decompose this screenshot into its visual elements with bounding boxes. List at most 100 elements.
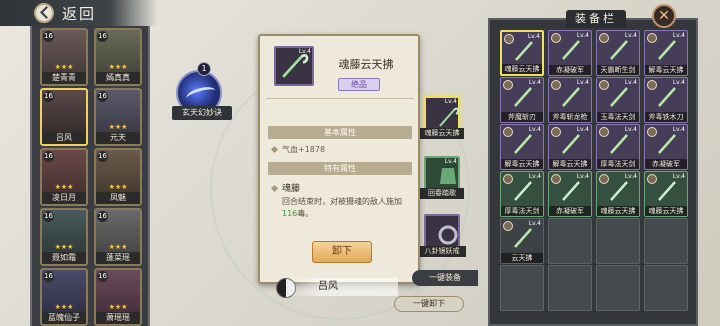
item-name: 云天拂 — [501, 253, 543, 263]
weapon-icon — [610, 40, 628, 60]
current-hero-name: 吕风 — [288, 278, 398, 296]
item-level: Lv.4 — [528, 173, 541, 180]
inventory-empty-slot[interactable] — [548, 218, 592, 264]
weapon-icon — [514, 228, 532, 248]
level-badge: 16 — [97, 211, 108, 222]
inventory-empty-slot[interactable] — [548, 265, 592, 311]
inventory-empty-slot[interactable] — [644, 265, 688, 311]
special-attr-name: 魂藤 — [282, 184, 301, 194]
whisk-icon — [439, 107, 460, 127]
item-level: Lv.4 — [298, 48, 311, 55]
item-level: Lv.4 — [624, 32, 637, 39]
item-name: 斧魔斩刃 — [501, 112, 543, 122]
inventory-item[interactable]: Lv.4 赤凝破军 — [548, 171, 592, 217]
unequip-button[interactable]: 卸下 — [312, 241, 372, 263]
item-level: Lv.4 — [576, 79, 589, 86]
item-name: 赤凝破军 — [549, 206, 591, 216]
roster-card[interactable]: 16 ★★★ 嫣真真 — [94, 28, 142, 86]
inventory-item[interactable]: Lv.4 解毒云天拂 — [500, 124, 544, 170]
item-level: Lv.4 — [672, 126, 685, 133]
roster-card[interactable]: 16 ★★★ 楚青青 — [40, 28, 88, 86]
hero-name: 聂如霜 — [42, 252, 86, 264]
inventory-item[interactable]: Lv.4 斧魔斩刃 — [500, 77, 544, 123]
inventory-item[interactable]: Lv.4 云天拂 — [500, 218, 544, 264]
diamond-icon — [270, 184, 279, 193]
weapon-icon — [610, 181, 628, 201]
level-badge: 16 — [43, 31, 54, 42]
item-name: 解毒云天拂 — [549, 159, 591, 169]
hero-name: 元天 — [96, 132, 140, 144]
star-rating: ★★★ — [54, 63, 74, 71]
item-detail-popup: Lv.4 魂藤云天拂 绝品 基本属性 气血+1878 特有属性 魂藤 回合结束时… — [258, 34, 420, 284]
level-badge: 16 — [97, 91, 108, 102]
basic-attr-header: 基本属性 — [268, 126, 412, 139]
hero-name: 蓝魄仙子 — [42, 312, 86, 324]
special-attr-desc: 回合结束时，对被摄魂的敌人施加 116毒。 — [282, 196, 412, 220]
special-desc-text: 回合结束时，对被摄魂的敌人施加 — [282, 197, 402, 206]
star-rating: ★★★ — [108, 123, 128, 131]
item-level: Lv.4 — [576, 173, 589, 180]
roster-card[interactable]: 16 ★★★ 凤魅 — [94, 148, 142, 206]
inventory-item[interactable]: Lv.4 斧毒铁木刀 — [644, 77, 688, 123]
special-desc-tail: 毒。 — [297, 209, 314, 218]
inventory-title: 装备栏 — [566, 10, 626, 28]
one-key-equip-button[interactable]: 一键装备 — [412, 270, 478, 286]
hero-roster[interactable]: 16 ★★★ 楚青青 16 ★★★ 嫣真真 16 吕风 16 ★★★ 元天 16… — [30, 26, 150, 326]
back-arrow-icon[interactable] — [34, 3, 54, 23]
inventory-empty-slot[interactable] — [644, 218, 688, 264]
roster-card[interactable]: 16 ★★★ 蓬菜瑶 — [94, 208, 142, 266]
hero-name: 萧瑶瑶 — [96, 312, 140, 324]
item-level: Lv.4 — [624, 173, 637, 180]
weapon-icon — [610, 134, 628, 154]
roster-card[interactable]: 16 ★★★ 元天 — [94, 88, 142, 146]
inventory-item[interactable]: Lv.4 解毒云天拂 — [548, 124, 592, 170]
item-icon: Lv.4 — [274, 46, 314, 86]
equipped-weapon-slot[interactable]: Lv.4 — [424, 96, 460, 132]
inventory-item[interactable]: Lv.4 玉毒法天剑 — [596, 77, 640, 123]
item-name: 魂藤云天拂 — [645, 206, 687, 216]
one-key-unequip-button[interactable]: 一键卸下 — [394, 296, 464, 312]
special-desc-number: 116 — [282, 209, 298, 218]
inventory-item[interactable]: Lv.4 厚毒法天剑 — [500, 171, 544, 217]
inventory-item[interactable]: Lv.4 天霸断生剑 — [596, 30, 640, 76]
roster-card[interactable]: 16 ★★★ 凌日月 — [40, 148, 88, 206]
inventory-item[interactable]: Lv.4 赤凝破军 — [644, 124, 688, 170]
weapon-icon — [514, 87, 532, 107]
roster-card[interactable]: 16 ★★★ 蓝魄仙子 — [40, 268, 88, 326]
equipped-armor-slot[interactable]: Lv.4 — [424, 156, 460, 192]
inventory-item[interactable]: Lv.4 魂藤云天拂 — [500, 30, 544, 76]
inventory-empty-slot[interactable] — [596, 218, 640, 264]
weapon-icon — [515, 41, 533, 61]
inventory-item[interactable]: Lv.4 魂藤云天拂 — [596, 171, 640, 217]
level-badge: 16 — [43, 271, 54, 282]
inventory-empty-slot[interactable] — [500, 265, 544, 311]
item-name: 赤凝破军 — [645, 159, 687, 169]
item-level: Lv.4 — [672, 173, 685, 180]
roster-card-selected[interactable]: 16 吕风 — [40, 88, 88, 146]
item-name: 玉毒法天剑 — [597, 112, 639, 122]
roster-card[interactable]: 16 ★★★ 萧瑶瑶 — [94, 268, 142, 326]
inventory-empty-slot[interactable] — [596, 265, 640, 311]
item-name: 解毒云天拂 — [645, 65, 687, 75]
inventory-item[interactable]: Lv.4 厚毒法天剑 — [596, 124, 640, 170]
skill-level-badge: 1 — [197, 62, 211, 76]
skill-name: 玄天幻妙诀 — [172, 106, 232, 120]
weapon-icon — [562, 181, 580, 201]
weapon-icon — [562, 134, 580, 154]
hero-name: 楚青青 — [42, 72, 86, 84]
star-rating: ★★★ — [54, 303, 74, 311]
equipped-accessory-slot[interactable] — [424, 214, 460, 250]
close-icon[interactable]: ✕ — [652, 4, 676, 28]
item-level: Lv.4 — [576, 32, 589, 39]
inventory-item[interactable]: Lv.4 魂藤云天拂 — [644, 171, 688, 217]
inventory-item[interactable]: Lv.4 赤凝破军 — [548, 30, 592, 76]
item-level: Lv.4 — [672, 32, 685, 39]
inventory-item[interactable]: Lv.4 斧毒斩龙枪 — [548, 77, 592, 123]
inventory-item[interactable]: Lv.4 解毒云天拂 — [644, 30, 688, 76]
weapon-icon — [658, 181, 676, 201]
roster-card[interactable]: 16 ★★★ 聂如霜 — [40, 208, 88, 266]
back-button-label[interactable]: 返回 — [62, 3, 96, 24]
star-rating: ★★★ — [108, 63, 128, 71]
level-badge: 16 — [97, 151, 108, 162]
special-attr-name-line: 魂藤 — [270, 181, 301, 194]
